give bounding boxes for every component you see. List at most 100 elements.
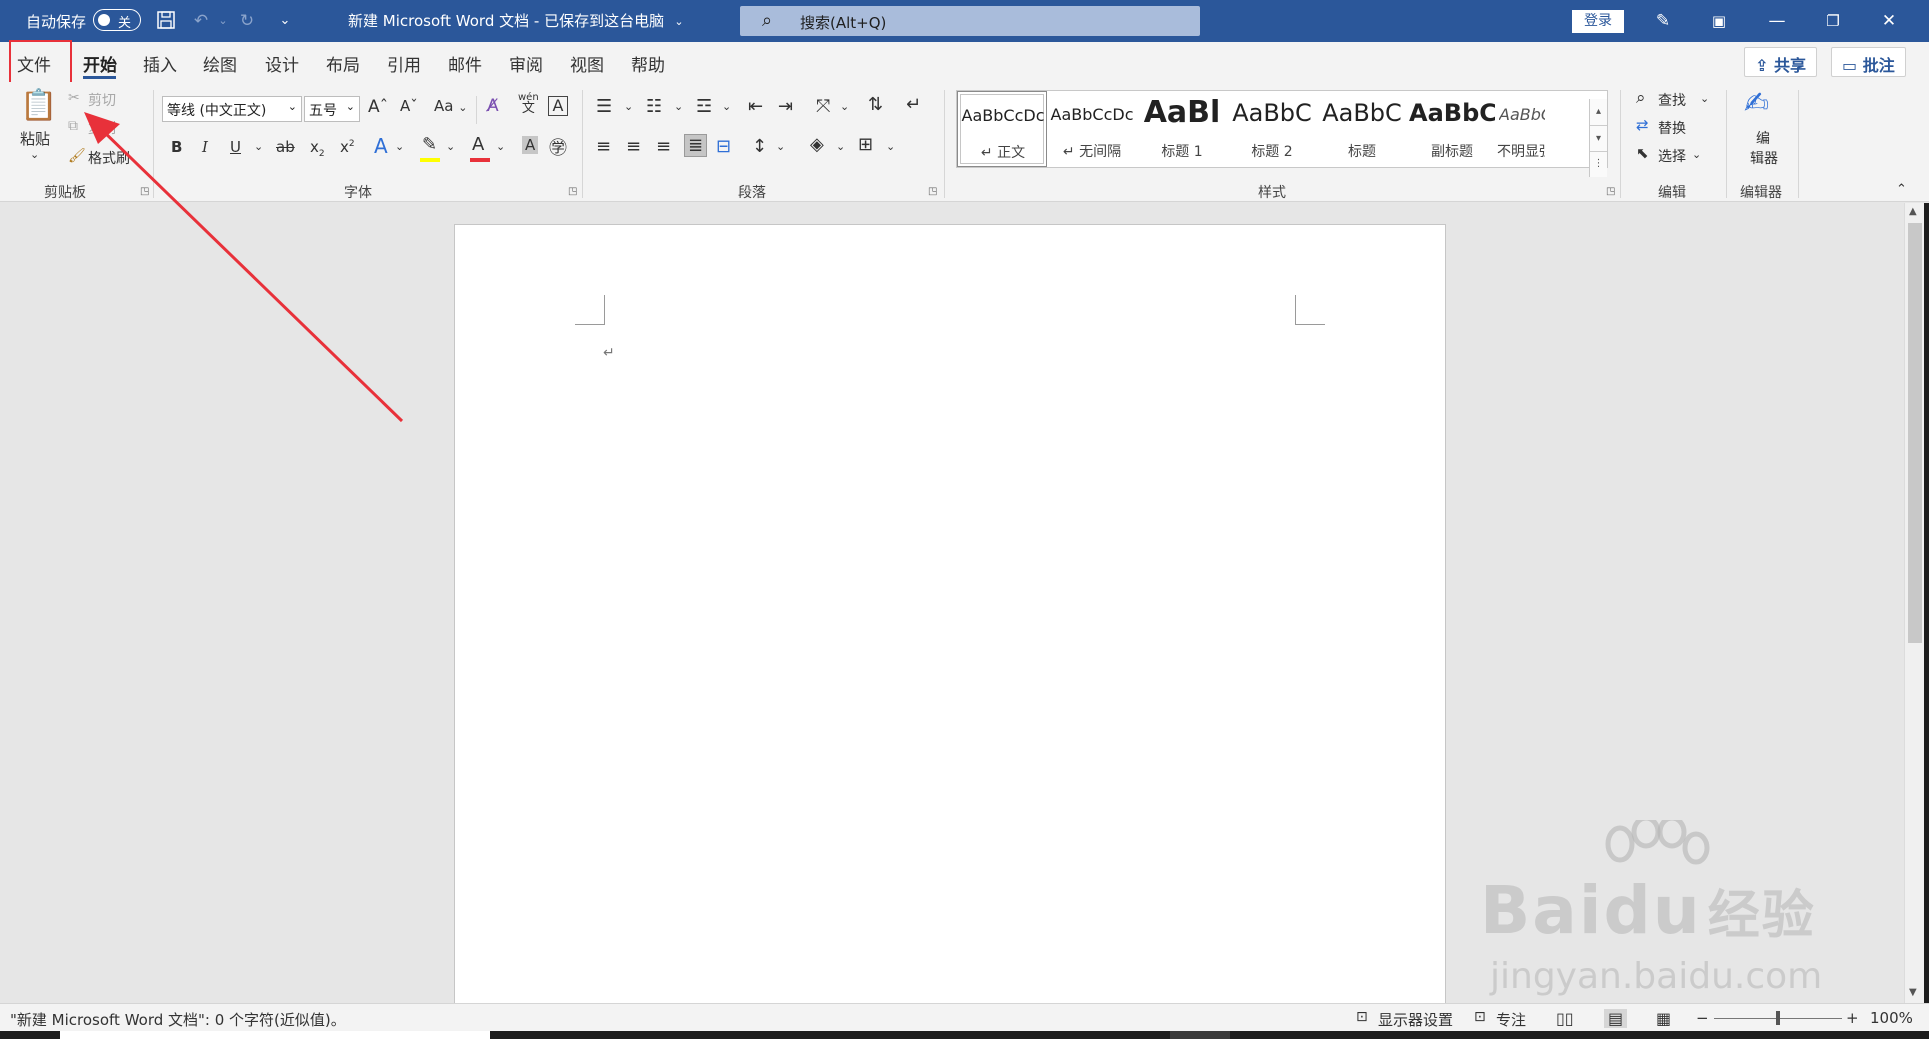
web-layout-icon[interactable]: ▦ [1656, 1009, 1671, 1028]
document-page[interactable]: ↵ [454, 224, 1446, 1014]
line-spacing-dropdown-icon[interactable]: ⌄ [776, 140, 785, 153]
replace-icon[interactable]: ⇄ [1636, 116, 1649, 134]
tab-review[interactable]: 审阅 [509, 51, 543, 76]
word-count[interactable]: "新建 Microsoft Word 文档": 0 个字符(近似值)。 [10, 1009, 346, 1030]
font-color-icon[interactable]: A [472, 134, 484, 155]
zoom-in-icon[interactable]: + [1846, 1009, 1859, 1027]
chevron-up-icon[interactable]: ▴ [1590, 99, 1607, 125]
subscript-icon[interactable]: x2 [310, 138, 325, 159]
collapse-ribbon-icon[interactable]: ⌃ [1896, 182, 1907, 197]
taskbar-item[interactable] [60, 1031, 490, 1039]
clipboard-launcher-icon[interactable]: ◳ [140, 186, 149, 197]
align-right-icon[interactable]: ≡ [656, 136, 671, 157]
redo-icon[interactable]: ↻ [236, 10, 258, 32]
text-effects-dropdown-icon[interactable]: ⌄ [395, 140, 404, 153]
align-center-icon[interactable]: ≡ [626, 136, 641, 157]
font-name-combo[interactable]: 等线 (中文正文) ⌄ [162, 96, 302, 122]
paragraph-launcher-icon[interactable]: ◳ [928, 186, 937, 197]
decrease-indent-icon[interactable]: ⇤ [748, 96, 763, 117]
close-icon[interactable]: ✕ [1876, 8, 1902, 34]
strikethrough-icon[interactable]: ab [276, 138, 295, 156]
show-marks-icon[interactable]: ↵ [906, 94, 921, 115]
multilevel-list-icon[interactable]: ☲ [696, 96, 712, 117]
display-settings-label[interactable]: 显示器设置 [1378, 1009, 1453, 1030]
customize-quick-access-icon[interactable]: ⌄ [274, 10, 296, 32]
more-styles-icon[interactable]: ⋮ [1590, 151, 1607, 175]
title-dropdown-icon[interactable]: ⌄ [668, 11, 690, 33]
find-label[interactable]: 查找 [1658, 90, 1686, 110]
comments-button[interactable]: ▭ 批注 [1831, 47, 1906, 77]
styles-launcher-icon[interactable]: ◳ [1606, 186, 1615, 197]
shrink-font-icon[interactable]: Aˇ [400, 97, 418, 115]
copy-label[interactable]: 复制 [88, 118, 116, 138]
tab-help[interactable]: 帮助 [631, 51, 665, 76]
style-subtle-emphasis[interactable]: AaBbCcDc 不明显强调 [1497, 91, 1545, 167]
font-launcher-icon[interactable]: ◳ [568, 186, 577, 197]
bullets-dropdown-icon[interactable]: ⌄ [624, 100, 633, 113]
save-icon[interactable] [155, 10, 177, 32]
font-color-dropdown-icon[interactable]: ⌄ [496, 140, 505, 153]
text-effects-icon[interactable]: A [374, 134, 388, 158]
distributed-icon[interactable]: ⊟ [716, 136, 731, 157]
sort-icon[interactable]: ⇅ [868, 94, 883, 115]
font-size-combo[interactable]: 五号 ⌄ [304, 96, 360, 122]
paste-dropdown-icon[interactable]: ⌄ [30, 148, 39, 161]
tab-references[interactable]: 引用 [387, 51, 421, 76]
style-subtitle[interactable]: AaBbC 副标题 [1407, 91, 1497, 167]
tab-mailings[interactable]: 邮件 [448, 51, 482, 76]
share-button[interactable]: ⇪ 共享 [1744, 47, 1817, 77]
change-case-button[interactable]: Aa ⌄ [434, 97, 467, 115]
clear-formatting-icon[interactable]: A̸ [487, 96, 499, 116]
cut-label[interactable]: 剪切 [88, 90, 116, 110]
scroll-down-icon[interactable]: ▼ [1909, 987, 1917, 998]
character-shading-icon[interactable]: A [522, 136, 539, 154]
chevron-down-icon[interactable]: ▾ [1590, 125, 1607, 151]
ribbon-display-options-icon[interactable]: ▣ [1708, 10, 1730, 32]
tab-view[interactable]: 视图 [570, 51, 604, 76]
zoom-out-icon[interactable]: − [1696, 1009, 1709, 1027]
display-settings-icon[interactable]: ⊡ [1356, 1009, 1368, 1025]
zoom-slider-thumb[interactable] [1776, 1011, 1780, 1025]
align-left-icon[interactable]: ≡ [596, 136, 611, 157]
scrollbar-thumb[interactable] [1908, 223, 1922, 643]
justify-icon[interactable]: ≣ [684, 134, 708, 157]
scroll-up-icon[interactable]: ▲ [1909, 206, 1917, 217]
focus-label[interactable]: 专注 [1496, 1009, 1526, 1030]
highlight-icon[interactable]: ✎ [422, 134, 437, 155]
editor-label-1[interactable]: 编 [1756, 128, 1770, 148]
tab-draw[interactable]: 绘图 [203, 51, 237, 76]
zoom-level[interactable]: 100% [1870, 1009, 1913, 1027]
select-dropdown-icon[interactable]: ⌄ [1692, 148, 1701, 161]
grow-font-icon[interactable]: Aˆ [368, 97, 388, 117]
chinese-layout-icon[interactable]: ⤧ [816, 96, 830, 117]
cut-icon[interactable]: ✂ [68, 90, 80, 106]
underline-icon[interactable]: U [230, 138, 241, 156]
borders-dropdown-icon[interactable]: ⌄ [886, 140, 895, 153]
copy-icon[interactable]: ⧉ [68, 118, 78, 134]
tab-home[interactable]: 开始 [83, 51, 117, 76]
superscript-icon[interactable]: x2 [340, 138, 355, 156]
increase-indent-icon[interactable]: ⇥ [778, 96, 793, 117]
style-title[interactable]: AaBbC 标题 [1317, 91, 1407, 167]
borders-icon[interactable]: ⊞ [858, 134, 873, 155]
tab-design[interactable]: 设计 [265, 51, 299, 76]
undo-dropdown-icon[interactable]: ⌄ [212, 10, 234, 32]
signin-button[interactable]: 登录 [1572, 10, 1624, 33]
bold-icon[interactable]: B [171, 138, 182, 156]
tab-insert[interactable]: 插入 [143, 51, 177, 76]
editor-label-2[interactable]: 辑器 [1750, 148, 1778, 168]
character-border-icon[interactable]: A [548, 96, 568, 116]
read-mode-icon[interactable]: ▯▯ [1556, 1009, 1574, 1028]
editor-icon[interactable]: ✍ [1744, 86, 1769, 121]
enclose-characters-icon[interactable]: ㊫ [549, 134, 567, 160]
multilevel-dropdown-icon[interactable]: ⌄ [722, 100, 731, 113]
phonetic-guide-icon[interactable]: wén 文 [518, 92, 539, 115]
select-label[interactable]: 选择 [1658, 146, 1686, 166]
line-spacing-icon[interactable]: ↕ [752, 136, 767, 157]
highlight-dropdown-icon[interactable]: ⌄ [446, 140, 455, 153]
chinese-layout-dropdown-icon[interactable]: ⌄ [840, 100, 849, 113]
style-heading-2[interactable]: AaBbC 标题 2 [1227, 91, 1317, 167]
tab-layout[interactable]: 布局 [326, 51, 360, 76]
paste-label[interactable]: 粘贴 [20, 128, 50, 149]
document-title[interactable]: 新建 Microsoft Word 文档 - 已保存到这台电脑 [348, 10, 664, 31]
